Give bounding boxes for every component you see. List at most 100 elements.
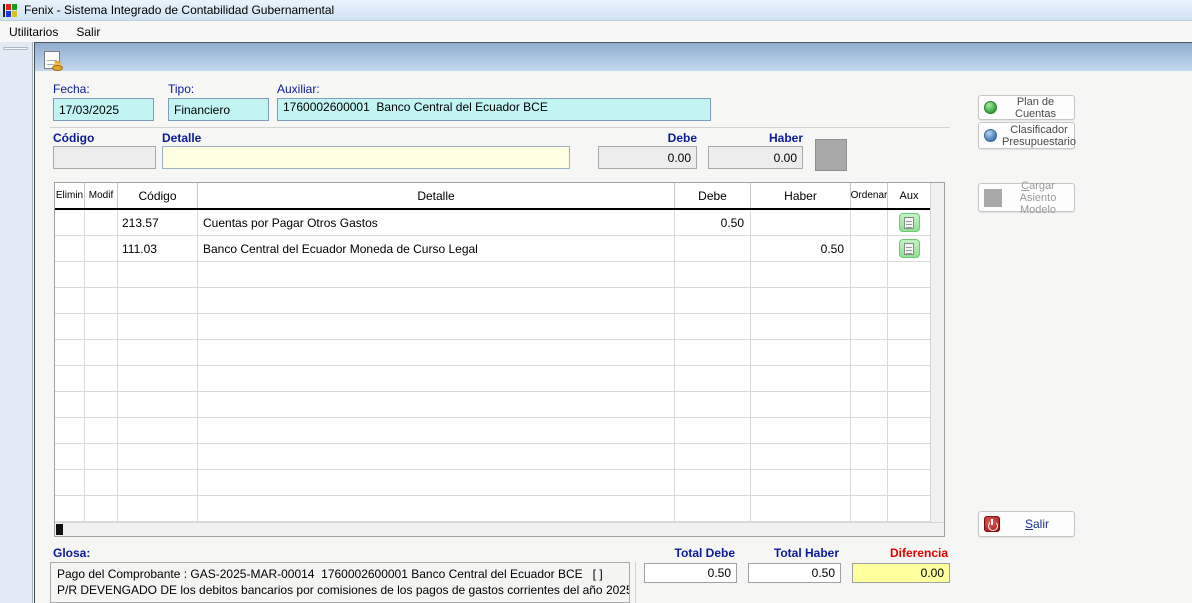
- table-row[interactable]: [55, 340, 930, 366]
- cell-detalle: [198, 496, 675, 521]
- cargar-asiento-modelo-label: Cargar AsientoModelo: [1007, 180, 1069, 216]
- header-elimin[interactable]: Elimin: [55, 183, 85, 208]
- header-modif[interactable]: Modif: [85, 183, 118, 208]
- cell-modif: [85, 392, 118, 417]
- table-row[interactable]: [55, 470, 930, 496]
- table-row[interactable]: [55, 496, 930, 522]
- cell-aux: [888, 392, 930, 417]
- cell-detalle: [198, 262, 675, 287]
- auxiliar-label: Auxiliar:: [277, 82, 320, 96]
- cell-codigo: [118, 470, 198, 495]
- cell-codigo: [118, 392, 198, 417]
- cell-detalle: [198, 418, 675, 443]
- menu-salir[interactable]: Salir: [67, 22, 109, 42]
- detalle-label: Detalle: [162, 131, 201, 145]
- aux-notepad-button[interactable]: [899, 213, 920, 232]
- table-row[interactable]: [55, 444, 930, 470]
- header-detalle[interactable]: Detalle: [198, 183, 675, 208]
- cell-haber: [751, 392, 851, 417]
- cell-haber: [751, 418, 851, 443]
- table-row[interactable]: 111.03Banco Central del Ecuador Moneda d…: [55, 236, 930, 262]
- cell-aux: [888, 418, 930, 443]
- cell-codigo: 213.57: [118, 210, 198, 235]
- diferencia-input[interactable]: [852, 563, 950, 583]
- cell-debe: [675, 444, 751, 469]
- left-splitter-panel[interactable]: [0, 42, 33, 603]
- cell-debe: [675, 418, 751, 443]
- cell-detalle: [198, 340, 675, 365]
- table-row[interactable]: [55, 314, 930, 340]
- blue-sphere-icon: [984, 129, 997, 142]
- cell-haber: [751, 262, 851, 287]
- splitter-grip-handle[interactable]: [3, 47, 28, 50]
- cell-elimin: [55, 210, 85, 235]
- salir-label: Salir: [1005, 518, 1069, 530]
- cell-debe: [675, 314, 751, 339]
- cell-codigo: [118, 496, 198, 521]
- cell-detalle: [198, 366, 675, 391]
- entry-action-button[interactable]: [815, 139, 847, 171]
- auxiliar-input[interactable]: 1760002600001 Banco Central del Ecuador …: [277, 98, 711, 121]
- horizontal-scrollbar-thumb[interactable]: [56, 524, 63, 535]
- debe-input[interactable]: [598, 146, 697, 169]
- cell-modif: [85, 470, 118, 495]
- total-debe-label: Total Debe: [644, 546, 737, 560]
- header-codigo[interactable]: Código: [118, 183, 198, 208]
- table-row[interactable]: [55, 262, 930, 288]
- table-row[interactable]: [55, 366, 930, 392]
- table-header-row: Elimin Modif Código Detalle Debe Haber O…: [55, 183, 930, 210]
- entries-grid: Elimin Modif Código Detalle Debe Haber O…: [54, 182, 945, 537]
- cell-aux: [888, 288, 930, 313]
- codigo-input[interactable]: [53, 146, 156, 169]
- table-row[interactable]: [55, 288, 930, 314]
- cell-ordenar: [851, 236, 888, 261]
- haber-input[interactable]: [708, 146, 803, 169]
- vertical-scrollbar[interactable]: [930, 183, 944, 522]
- cargar-asiento-modelo-button[interactable]: Cargar AsientoModelo: [978, 183, 1075, 212]
- glosa-line-1: Pago del Comprobante : GAS-2025-MAR-0001…: [57, 566, 623, 582]
- header-haber[interactable]: Haber: [751, 183, 851, 208]
- total-debe-input[interactable]: [644, 563, 737, 583]
- cell-haber: 0.50: [751, 236, 851, 261]
- table-row[interactable]: [55, 392, 930, 418]
- header-debe[interactable]: Debe: [675, 183, 751, 208]
- power-icon: [984, 516, 1000, 532]
- child-window-titlebar: [35, 42, 1192, 71]
- plan-de-cuentas-button[interactable]: Plan de Cuentas: [978, 95, 1075, 120]
- horizontal-separator: [50, 127, 950, 128]
- tipo-label: Tipo:: [168, 82, 194, 96]
- total-haber-input[interactable]: [748, 563, 841, 583]
- tipo-input[interactable]: [168, 98, 269, 121]
- app-logo-icon: [3, 4, 18, 17]
- cell-ordenar: [851, 444, 888, 469]
- cell-modif: [85, 210, 118, 235]
- cell-codigo: 111.03: [118, 236, 198, 261]
- cell-detalle: [198, 470, 675, 495]
- table-row[interactable]: 213.57Cuentas por Pagar Otros Gastos0.50: [55, 210, 930, 236]
- cell-elimin: [55, 392, 85, 417]
- clasificador-label: ClasificadorPresupuestario: [1002, 124, 1076, 148]
- cell-ordenar: [851, 496, 888, 521]
- detalle-input[interactable]: [162, 146, 570, 169]
- header-ordenar[interactable]: Ordenar: [851, 183, 888, 208]
- cell-haber: [751, 496, 851, 521]
- header-aux[interactable]: Aux: [888, 183, 930, 208]
- fecha-input[interactable]: [53, 98, 154, 121]
- aux-notepad-button[interactable]: [899, 239, 920, 258]
- cell-detalle: [198, 314, 675, 339]
- green-sphere-icon: [984, 101, 997, 114]
- cell-modif: [85, 236, 118, 261]
- cell-detalle: Banco Central del Ecuador Moneda de Curs…: [198, 236, 675, 261]
- horizontal-scrollbar[interactable]: [55, 522, 944, 536]
- clasificador-presupuestario-button[interactable]: ClasificadorPresupuestario: [978, 122, 1075, 149]
- menubar: Utilitarios Salir: [0, 21, 1192, 42]
- cell-modif: [85, 444, 118, 469]
- window-title: Fenix - Sistema Integrado de Contabilida…: [24, 3, 334, 17]
- cell-aux: [888, 210, 930, 235]
- table-row[interactable]: [55, 418, 930, 444]
- entries-table-body: 213.57Cuentas por Pagar Otros Gastos0.50…: [55, 210, 930, 522]
- glosa-textarea[interactable]: Pago del Comprobante : GAS-2025-MAR-0001…: [50, 562, 630, 603]
- glosa-label: Glosa:: [53, 546, 90, 560]
- salir-button[interactable]: Salir: [978, 511, 1075, 537]
- menu-utilitarios[interactable]: Utilitarios: [0, 22, 67, 42]
